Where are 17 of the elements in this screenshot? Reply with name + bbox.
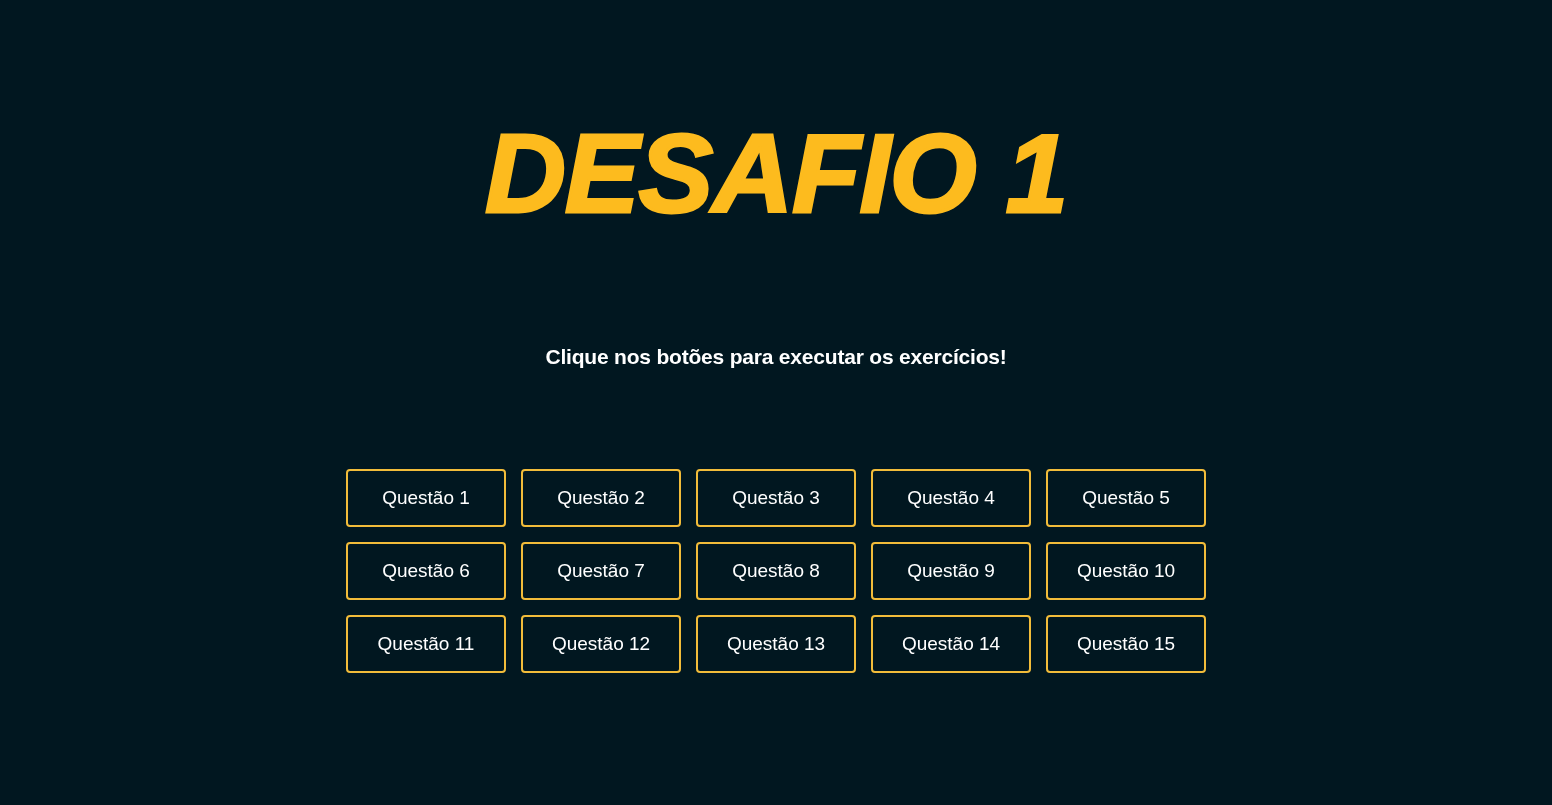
question-button[interactable]: Questão 15 <box>1046 615 1206 673</box>
question-button[interactable]: Questão 8 <box>696 542 856 600</box>
question-button[interactable]: Questão 5 <box>1046 469 1206 527</box>
question-button[interactable]: Questão 13 <box>696 615 856 673</box>
question-button[interactable]: Questão 7 <box>521 542 681 600</box>
question-button[interactable]: Questão 10 <box>1046 542 1206 600</box>
question-button[interactable]: Questão 14 <box>871 615 1031 673</box>
question-button[interactable]: Questão 9 <box>871 542 1031 600</box>
question-button[interactable]: Questão 3 <box>696 469 856 527</box>
page-title: DESAFIO 1 <box>484 118 1068 230</box>
question-button[interactable]: Questão 2 <box>521 469 681 527</box>
instruction-text: Clique nos botões para executar os exercícios! <box>545 345 1007 369</box>
question-button[interactable]: Questão 11 <box>346 615 506 673</box>
question-button[interactable]: Questão 12 <box>521 615 681 673</box>
question-button[interactable]: Questão 6 <box>346 542 506 600</box>
question-button[interactable]: Questão 4 <box>871 469 1031 527</box>
question-button[interactable]: Questão 1 <box>346 469 506 527</box>
